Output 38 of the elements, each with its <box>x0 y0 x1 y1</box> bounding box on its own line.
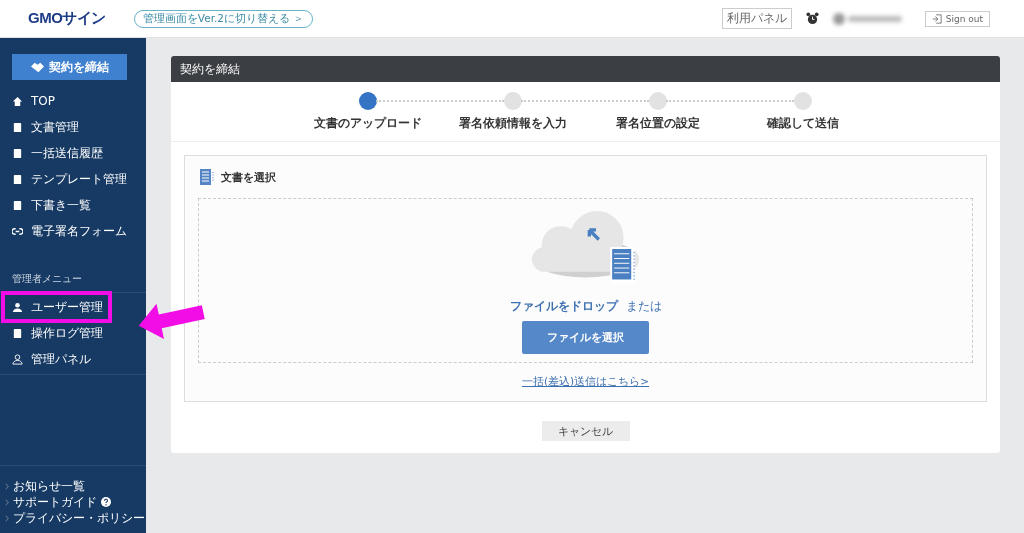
person-outline-icon <box>12 353 23 365</box>
sidebar-item[interactable]: 一括送信履歴 <box>0 140 111 166</box>
select-file-button[interactable]: ファイルを選択 <box>522 321 649 354</box>
sidebar-item[interactable]: 操作ログ管理 <box>0 320 111 346</box>
drop-zone[interactable]: ファイルをドロップ または ファイルを選択 <box>198 198 973 363</box>
sidebar-item[interactable]: 下書き一覧 <box>0 192 99 218</box>
sidebar-item[interactable]: ユーザー管理 <box>0 294 111 320</box>
sidebar-item[interactable]: TOP <box>0 88 63 114</box>
document-icon <box>200 169 214 185</box>
admin-menu-heading: 管理者メニュー <box>0 272 146 293</box>
step-label: 文書のアップロード <box>314 116 422 131</box>
document-icon <box>12 121 23 133</box>
footer-link[interactable]: サポートガイド <box>5 494 146 510</box>
home-icon <box>12 95 23 107</box>
footer-link[interactable]: プライバシー・ポリシー <box>5 510 146 526</box>
footer-link[interactable]: お知らせ一覧 <box>5 478 146 494</box>
logo[interactable]: GMOサイン <box>28 9 106 28</box>
sidebar-item[interactable]: 文書管理 <box>0 114 87 140</box>
drop-hint: ファイルをドロップ <box>509 299 618 314</box>
step-label: 確認して送信 <box>767 116 839 131</box>
sign-out-button[interactable]: Sign out <box>924 10 990 27</box>
sidebar-item[interactable]: テンプレート管理 <box>0 166 135 192</box>
sidebar-item[interactable]: 管理パネル <box>0 346 99 372</box>
sign-out-icon <box>931 13 942 24</box>
create-contract-button[interactable]: 契約を締結 <box>12 54 127 80</box>
card-title: 契約を締結 <box>171 56 1000 82</box>
person-icon <box>12 301 23 313</box>
sidebar-item[interactable]: 電子署名フォーム <box>0 218 135 244</box>
link-icon <box>12 225 23 237</box>
alarm-clock-icon[interactable] <box>805 12 819 25</box>
bulk-send-link[interactable]: 一括(差込)送信はこちら> <box>198 375 973 389</box>
panel-button[interactable]: 利用パネル <box>721 8 792 29</box>
step-label: 署名依頼情報を入力 <box>459 116 567 131</box>
step-label: 署名位置の設定 <box>616 116 700 131</box>
cancel-button[interactable]: キャンセル <box>541 421 630 441</box>
or-text: または <box>625 299 662 314</box>
blurred-user-name <box>832 12 903 25</box>
section-title: 文書を選択 <box>221 169 276 185</box>
